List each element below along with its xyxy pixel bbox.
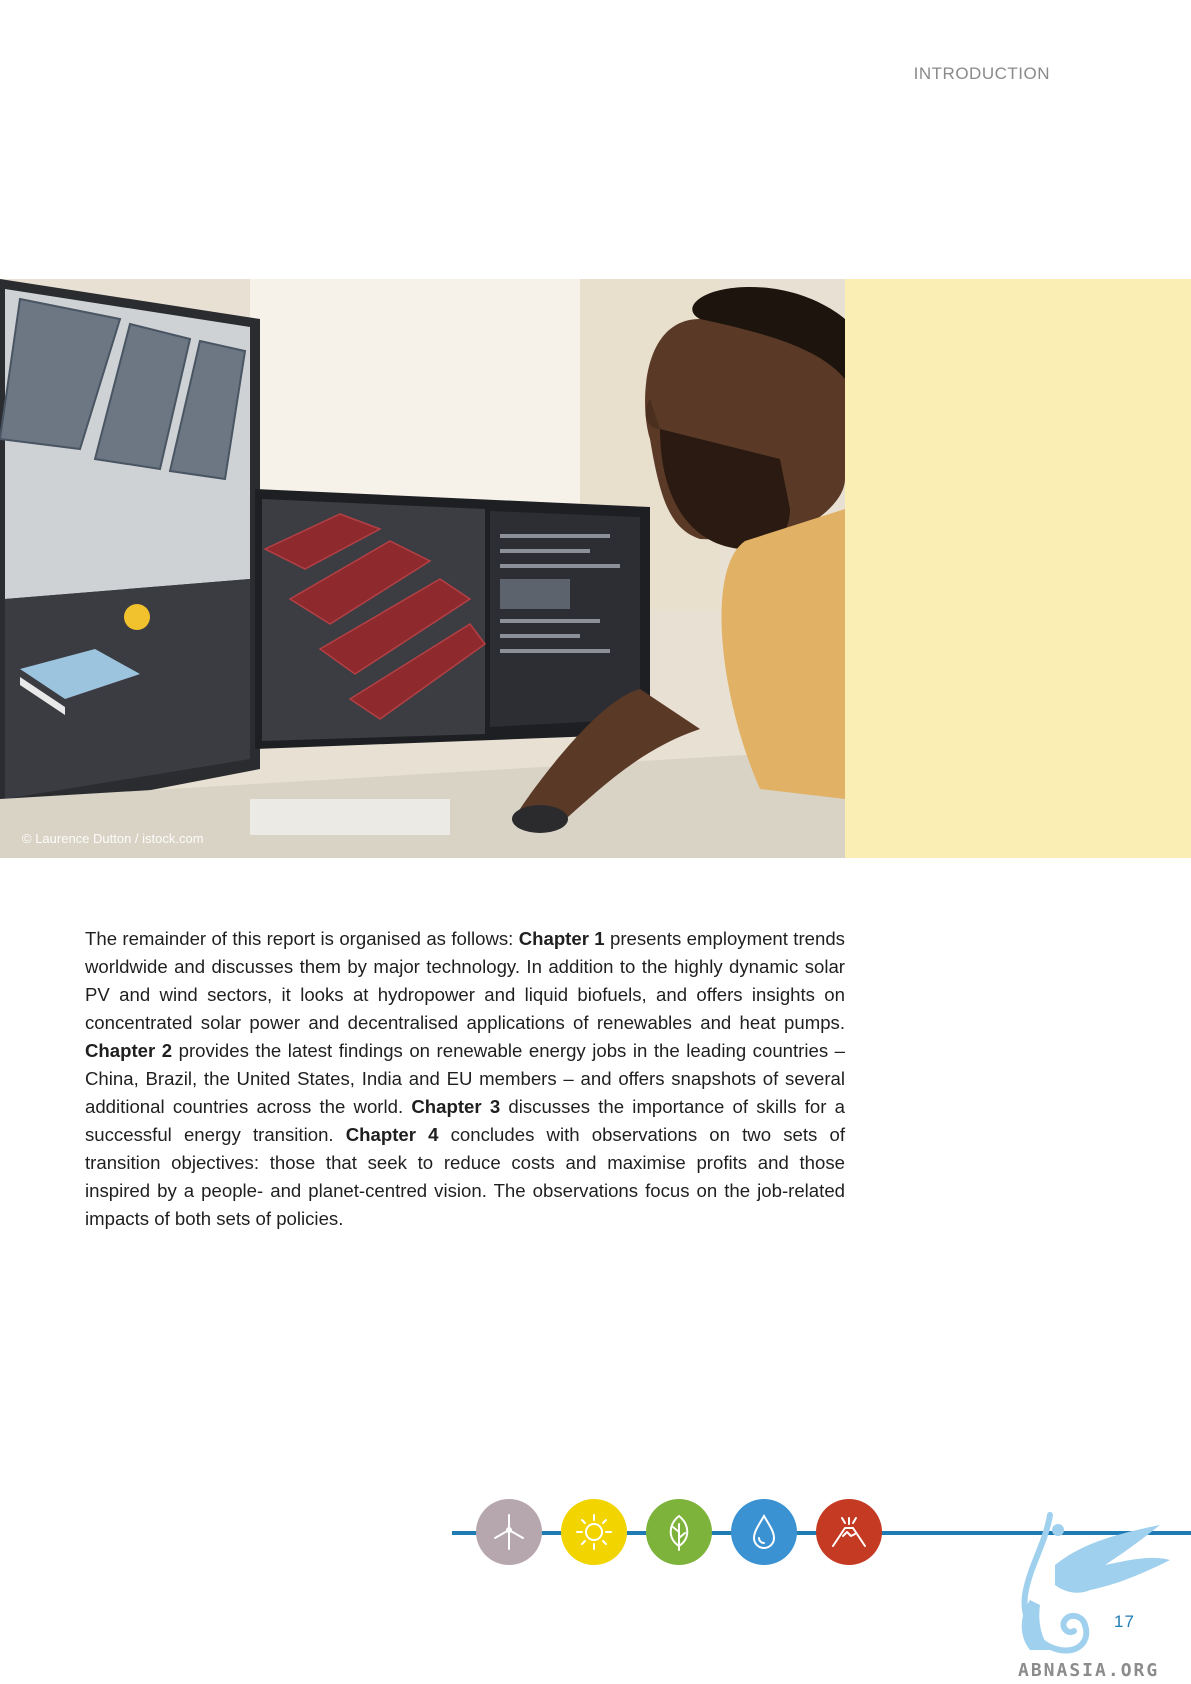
body-paragraph: The remainder of this report is organise… <box>85 925 845 1233</box>
yellow-side-panel <box>845 279 1191 858</box>
chapter-2-ref: Chapter 2 <box>85 1040 173 1061</box>
body-text-segment: The remainder of this report is organise… <box>85 928 519 949</box>
wind-turbine-icon <box>476 1499 542 1565</box>
photo-credit: © Laurence Dutton / istock.com <box>22 831 204 846</box>
water-drop-icon <box>731 1499 797 1565</box>
chapter-1-ref: Chapter 1 <box>518 928 605 949</box>
hero-photo: © Laurence Dutton / istock.com <box>0 279 845 858</box>
sun-icon <box>561 1499 627 1565</box>
leaf-icon <box>646 1499 712 1565</box>
watermark-text: ABNASIA.ORG <box>1018 1660 1160 1681</box>
running-header: INTRODUCTION <box>913 64 1050 83</box>
watermark-griffin-logo <box>1021 1512 1170 1654</box>
page-number: 17 <box>1114 1612 1135 1631</box>
volcano-icon <box>816 1499 882 1565</box>
chapter-4-ref: Chapter 4 <box>345 1124 439 1145</box>
technology-icon-row <box>476 1499 882 1565</box>
chapter-3-ref: Chapter 3 <box>411 1096 501 1117</box>
